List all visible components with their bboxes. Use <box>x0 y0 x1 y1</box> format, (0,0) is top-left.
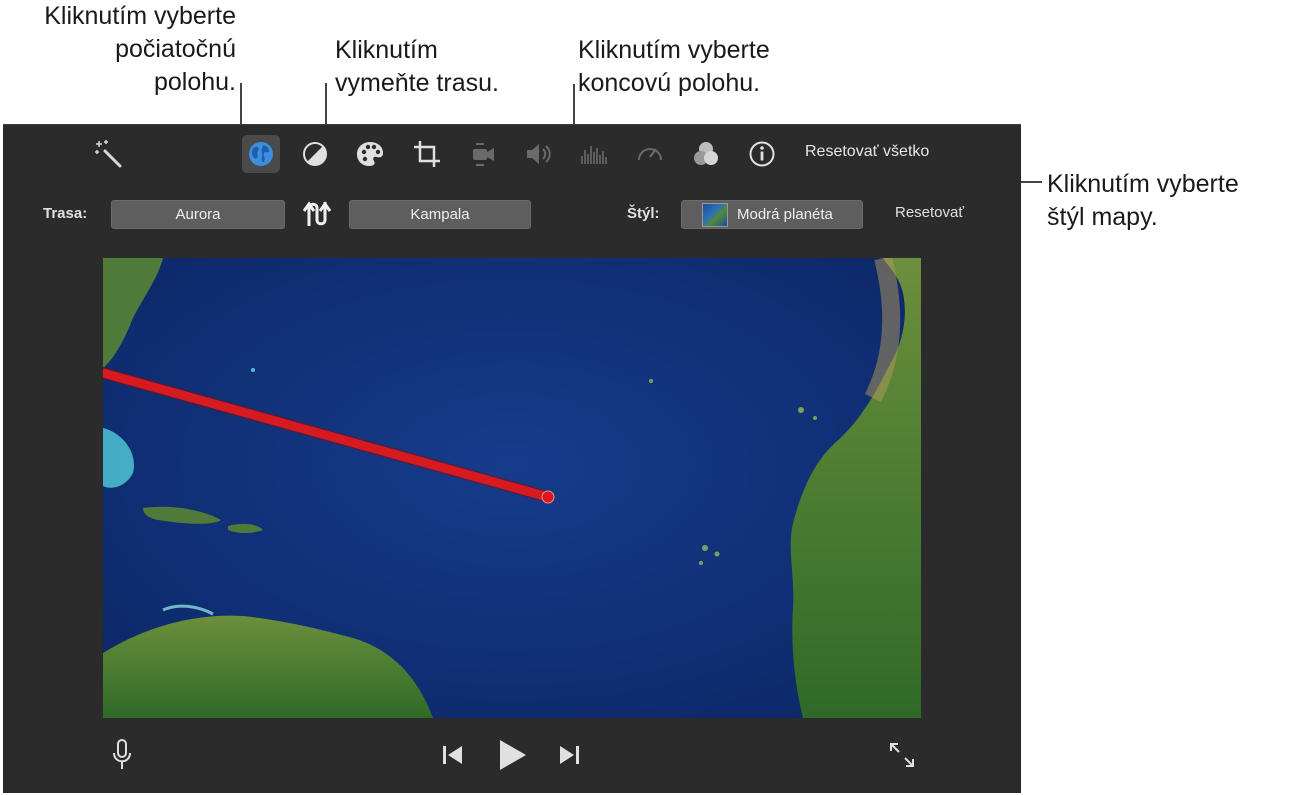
callout-end-location: Kliknutím vyberte koncovú polohu. <box>578 34 770 100</box>
callout-line: koncovú polohu. <box>578 69 761 97</box>
play-button[interactable] <box>493 735 531 775</box>
skip-back-button[interactable] <box>439 741 467 769</box>
play-icon <box>500 740 526 770</box>
map-style-button[interactable]: Modrá planéta <box>681 200 863 229</box>
route-endpoint-marker[interactable] <box>541 490 555 504</box>
map-style-value: Modrá planéta <box>737 206 833 223</box>
microphone-button[interactable] <box>109 737 135 773</box>
volume-icon[interactable] <box>519 135 557 173</box>
callout-line: vymeňte trasu. <box>335 69 499 97</box>
crop-icon[interactable] <box>408 135 446 173</box>
callout-line: štýl mapy. <box>1047 203 1158 231</box>
fullscreen-button[interactable] <box>886 739 918 771</box>
start-location-button[interactable]: Aurora <box>111 200 285 229</box>
callout-line: počiatočnú <box>115 35 236 63</box>
map-style-thumbnail-icon <box>702 202 728 227</box>
map-viewer[interactable] <box>103 258 921 718</box>
skip-back-icon <box>443 746 462 764</box>
swap-route-button[interactable] <box>300 198 336 230</box>
skip-forward-button[interactable] <box>555 741 583 769</box>
magic-wand-icon[interactable] <box>89 135 127 173</box>
speed-icon[interactable] <box>631 135 669 173</box>
end-location-button[interactable]: Kampala <box>349 200 531 229</box>
callout-map-style: Kliknutím vyberte štýl mapy. <box>1047 168 1239 234</box>
equalizer-icon[interactable] <box>575 135 613 173</box>
reset-all-button[interactable]: Resetovať všetko <box>799 141 935 163</box>
globe-icon[interactable] <box>242 135 280 173</box>
callout-line: Kliknutím vyberte <box>578 36 770 64</box>
callout-line: Kliknutím vyberte <box>44 2 236 30</box>
reset-style-button[interactable]: Resetovať <box>895 204 964 221</box>
satellite-map <box>103 258 921 718</box>
microphone-icon <box>113 739 131 769</box>
style-label: Štýl: <box>627 205 660 222</box>
map-adjustment-panel: Resetovať všetko Trasa: Aurora Kampala Š… <box>3 124 1021 793</box>
callout-line: Kliknutím vyberte <box>1047 170 1239 198</box>
callout-line: polohu. <box>153 68 236 96</box>
swap-arrows-icon <box>302 201 332 226</box>
fullscreen-icon <box>890 743 914 767</box>
callout-swap-route: Kliknutím vymeňte trasu. <box>335 34 499 100</box>
callout-start-location: Kliknutím vyberte počiatočnú polohu. <box>4 0 236 99</box>
clip-filter-icon[interactable] <box>687 135 725 173</box>
color-balance-icon[interactable] <box>296 135 334 173</box>
route-label: Trasa: <box>43 205 88 222</box>
info-icon[interactable] <box>743 135 781 173</box>
skip-forward-icon <box>560 746 579 764</box>
callout-line: Kliknutím <box>335 36 438 64</box>
stabilization-icon[interactable] <box>464 135 502 173</box>
palette-icon[interactable] <box>351 135 389 173</box>
